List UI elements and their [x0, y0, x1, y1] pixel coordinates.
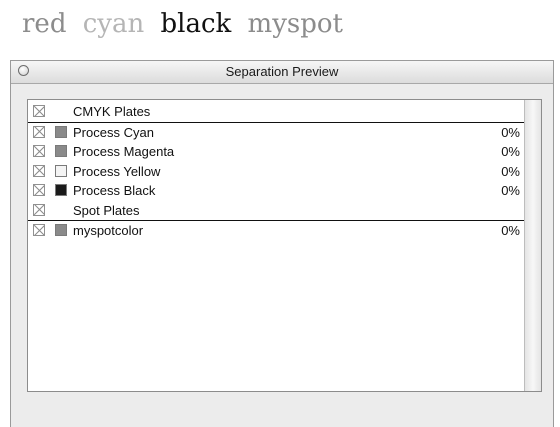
ink-coverage-value: 0% [501, 124, 520, 140]
plate-group-label: CMYK Plates [73, 104, 151, 119]
plate-group-header-cmyk: CMYK Plates [28, 102, 524, 123]
plate-group-header-spot: Spot Plates [28, 201, 524, 221]
vertical-scrollbar[interactable] [524, 100, 541, 391]
word-myspot: myspot [247, 9, 343, 39]
word-cyan: cyan [82, 9, 145, 39]
plates-list-panel: CMYK Plates Process Cyan 0% Process Mage… [27, 99, 542, 392]
plate-label: Process Yellow [73, 163, 161, 179]
plate-row-process-magenta[interactable]: Process Magenta 0% [28, 142, 524, 162]
ink-coverage-value: 0% [501, 223, 520, 238]
plate-visibility-checkbox[interactable] [33, 105, 45, 117]
color-swatch [55, 224, 67, 236]
word-black: black [160, 9, 232, 39]
window-titlebar[interactable]: Separation Preview [11, 61, 553, 84]
plates-list: CMYK Plates Process Cyan 0% Process Mage… [28, 102, 524, 241]
color-word-heading: red cyan black myspot [22, 2, 351, 46]
separation-preview-window: Separation Preview CMYK Plates Process C… [10, 60, 554, 427]
ink-coverage-value: 0% [501, 144, 520, 159]
plate-label: myspotcolor [73, 223, 144, 238]
color-swatch [55, 125, 67, 138]
color-swatch [55, 145, 67, 157]
screen: red cyan black myspot Separation Preview… [0, 0, 560, 427]
plate-row-process-cyan[interactable]: Process Cyan 0% [28, 123, 524, 143]
color-swatch [55, 184, 67, 196]
plate-label: Process Cyan [73, 124, 154, 140]
word-red: red [22, 9, 67, 39]
ink-coverage-value: 0% [501, 163, 520, 179]
color-swatch [55, 164, 67, 177]
plate-visibility-checkbox[interactable] [33, 164, 45, 177]
ink-coverage-value: 0% [501, 183, 520, 198]
plate-row-myspotcolor[interactable]: myspotcolor 0% [28, 221, 524, 241]
plate-visibility-checkbox[interactable] [33, 224, 45, 236]
plate-row-process-black[interactable]: Process Black 0% [28, 181, 524, 201]
plate-label: Process Magenta [73, 144, 175, 159]
plate-group-label: Spot Plates [73, 202, 140, 218]
plate-visibility-checkbox[interactable] [33, 125, 45, 138]
window-title: Separation Preview [225, 64, 339, 79]
plate-row-process-yellow[interactable]: Process Yellow 0% [28, 162, 524, 182]
plate-visibility-checkbox[interactable] [33, 145, 45, 157]
plate-visibility-checkbox[interactable] [33, 203, 45, 216]
plate-visibility-checkbox[interactable] [33, 184, 45, 196]
plate-label: Process Black [73, 183, 156, 198]
